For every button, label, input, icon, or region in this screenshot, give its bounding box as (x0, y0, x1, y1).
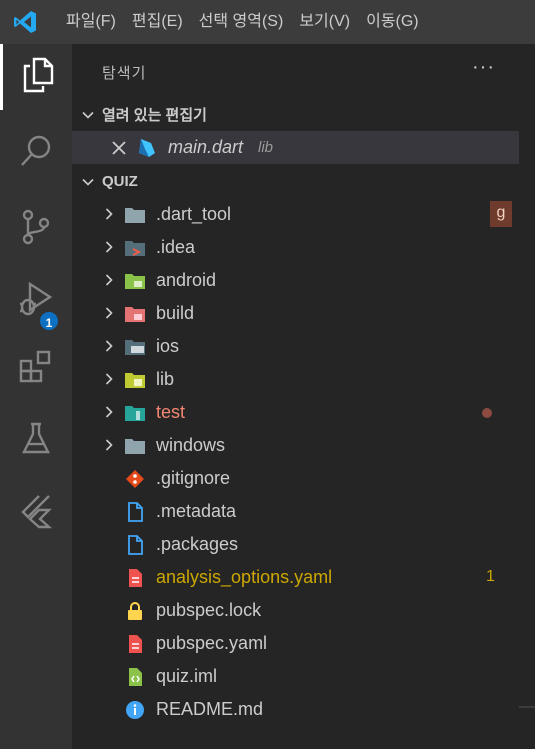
dart-file-icon (136, 137, 156, 164)
ios-folder-icon (125, 340, 145, 355)
test-folder-icon (125, 406, 145, 421)
chevron-right-icon (105, 274, 113, 286)
tree-folder-lib[interactable]: lib (72, 363, 519, 396)
info-icon (126, 701, 144, 719)
tree-file-pubspec-lock[interactable]: pubspec.lock (72, 594, 519, 627)
run-badge: 1 (38, 310, 60, 332)
tree-label: ios (156, 336, 180, 356)
sidebar-scrollbar[interactable] (519, 44, 535, 749)
chevron-right-icon (105, 406, 113, 418)
problem-count: 1 (486, 568, 495, 585)
more-actions-button[interactable]: ··· (472, 56, 495, 79)
tree-label: test (156, 402, 186, 422)
tree-folder-test[interactable]: test (72, 396, 519, 429)
project-name: QUIZ (102, 173, 138, 190)
open-editor-item[interactable]: main.dart lib (72, 131, 519, 164)
open-editors-label: 열려 있는 편집기 (102, 107, 207, 124)
project-header[interactable]: QUIZ (72, 165, 519, 198)
explorer-activity[interactable] (0, 44, 72, 110)
tree-label: .packages (156, 534, 239, 554)
tree-folder-dart-tool[interactable]: .dart_tool g (72, 198, 519, 231)
extensions-activity[interactable] (0, 336, 72, 402)
menu-view[interactable]: 보기(V) (291, 0, 358, 44)
git-file-icon (126, 470, 144, 488)
tree-file-pubspec-yaml[interactable]: pubspec.yaml (72, 627, 519, 660)
files-icon (21, 56, 55, 99)
tree-folder-ios[interactable]: ios (72, 330, 519, 363)
tree-label: lib (156, 369, 175, 389)
tree-label: analysis_options.yaml (156, 567, 333, 587)
testing-activity[interactable] (0, 408, 72, 474)
open-editors-header[interactable]: 열려 있는 편집기 (72, 98, 519, 131)
tree-label: quiz.iml (156, 666, 218, 686)
source-control-icon (19, 208, 53, 251)
error-dot (482, 408, 492, 418)
tree-label: build (156, 303, 195, 323)
vscode-logo-icon (0, 0, 50, 44)
chevron-right-icon (105, 373, 113, 385)
tree-label: README.md (156, 699, 264, 719)
chevron-right-icon (105, 340, 113, 352)
lock-icon (128, 602, 142, 620)
flutter-icon (19, 493, 53, 534)
flask-icon (20, 421, 52, 462)
tree-file-packages[interactable]: .packages (72, 528, 519, 561)
build-folder-icon (125, 307, 145, 322)
flutter-activity[interactable] (0, 480, 72, 546)
tree-file-readme[interactable]: README.md (72, 693, 519, 726)
chevron-right-icon (105, 307, 113, 319)
search-activity[interactable] (0, 120, 72, 186)
menu-go[interactable]: 이동(G) (358, 0, 427, 44)
open-editor-filename: main.dart (168, 137, 244, 157)
run-debug-activity[interactable]: 1 (0, 268, 72, 334)
activity-bar: 1 (0, 44, 72, 749)
tree-folder-windows[interactable]: windows (72, 429, 519, 462)
search-icon (18, 133, 54, 174)
tree-file-gitignore[interactable]: .gitignore (72, 462, 519, 495)
yaml-file-icon (129, 635, 142, 653)
idea-folder-icon (125, 241, 145, 256)
tree-folder-idea[interactable]: .idea (72, 231, 519, 264)
explorer-sidebar: 탐색기 ··· 열려 있는 편집기 main.dart lib QUIZ .da… (72, 44, 519, 749)
git-ignored-badge: g (490, 201, 512, 227)
tree-label: .idea (156, 237, 196, 257)
open-editor-folder: lib (258, 139, 274, 156)
chevron-right-icon (105, 439, 113, 451)
folder-icon (125, 439, 145, 454)
tree-file-analysis-options[interactable]: analysis_options.yaml 1 (72, 561, 519, 594)
folder-icon (125, 208, 145, 223)
title-bar: 파일(F) 편집(E) 선택 영역(S) 보기(V) 이동(G) (0, 0, 535, 44)
source-control-activity[interactable] (0, 196, 72, 262)
close-icon[interactable] (111, 140, 127, 161)
extensions-icon (18, 349, 54, 390)
menu-edit[interactable]: 편집(E) (124, 0, 191, 44)
chevron-right-icon (105, 241, 113, 253)
tree-label: .dart_tool (156, 204, 232, 224)
tree-file-metadata[interactable]: .metadata (72, 495, 519, 528)
file-icon (128, 535, 143, 555)
tree-label: android (156, 270, 217, 290)
chevron-down-icon (77, 108, 99, 122)
lib-folder-icon (125, 373, 145, 388)
xml-file-icon (129, 668, 142, 686)
tree-folder-android[interactable]: android (72, 264, 519, 297)
tree-label: .metadata (156, 501, 237, 521)
tree-label: pubspec.lock (156, 600, 262, 620)
tree-label: pubspec.yaml (156, 633, 268, 653)
chevron-down-icon (77, 175, 99, 189)
menu-selection[interactable]: 선택 영역(S) (191, 0, 292, 44)
explorer-title: 탐색기 (102, 65, 147, 82)
tree-file-quiz-iml[interactable]: quiz.iml (72, 660, 519, 693)
chevron-right-icon (105, 208, 113, 220)
file-icon (128, 502, 143, 522)
scrollbar-marker (519, 706, 535, 708)
yaml-file-icon (129, 569, 142, 587)
menu-file[interactable]: 파일(F) (58, 0, 124, 44)
android-folder-icon (125, 274, 145, 289)
tree-label: .gitignore (156, 468, 231, 488)
tree-folder-build[interactable]: build (72, 297, 519, 330)
tree-label: windows (156, 435, 226, 455)
